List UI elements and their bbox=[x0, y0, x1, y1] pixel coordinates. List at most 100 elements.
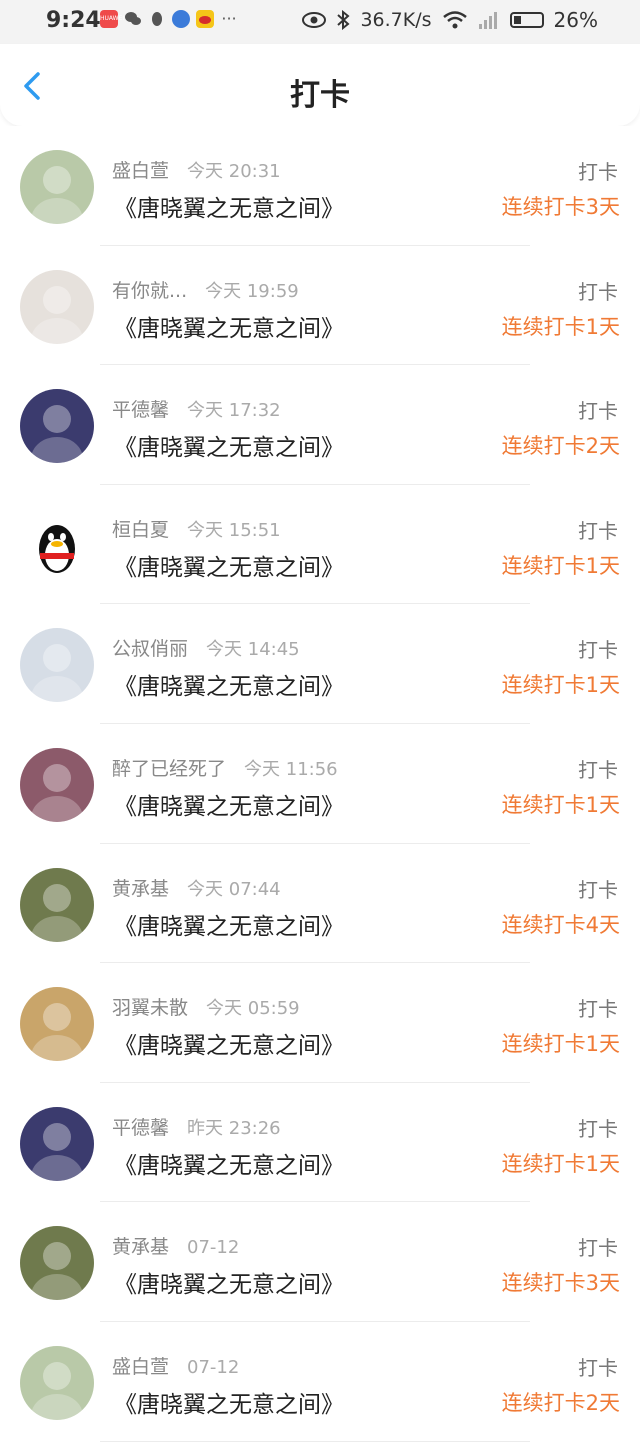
streak-label: 连续打卡3天 bbox=[501, 1271, 620, 1296]
checkin-time: 今天 20:31 bbox=[187, 161, 281, 182]
page-title: 打卡 bbox=[290, 78, 350, 113]
checkin-tag: 打卡 bbox=[578, 638, 618, 663]
list-item[interactable]: 黄承基 今天 07:44 《唐晓翼之无意之间》 打卡连续打卡4天 bbox=[0, 844, 640, 964]
user-name: 桓白夏 今天 15:51 bbox=[112, 515, 281, 542]
checkin-tag: 打卡 bbox=[578, 1236, 618, 1261]
avatar[interactable] bbox=[20, 508, 94, 583]
checkin-tag: 打卡 bbox=[578, 1355, 618, 1380]
checkin-tag: 打卡 bbox=[578, 1116, 618, 1141]
avatar[interactable] bbox=[20, 389, 94, 464]
list-item[interactable]: 盛白萱 今天 20:31 《唐晓翼之无意之间》 打卡连续打卡3天 bbox=[0, 126, 640, 246]
streak-label: 连续打卡4天 bbox=[501, 912, 620, 937]
list-item[interactable]: 平德馨 昨天 23:26 《唐晓翼之无意之间》 打卡连续打卡1天 bbox=[0, 1083, 640, 1203]
checkin-tag: 打卡 bbox=[578, 399, 618, 424]
checkin-time: 07-12 bbox=[187, 1237, 240, 1259]
checkin-list: 盛白萱 今天 20:31 《唐晓翼之无意之间》 打卡 连续打卡3天 有你就... 今天 19… bbox=[0, 126, 640, 1442]
book-title: 《唐晓翼之无意之间》 bbox=[114, 674, 344, 701]
battery-percent: 26% bbox=[553, 8, 598, 32]
book-title: 《唐晓翼之无意之间》 bbox=[114, 1152, 344, 1179]
more-notifications-icon: ··· bbox=[221, 9, 237, 28]
user-name: 平德馨 今天 17:32 bbox=[112, 395, 281, 422]
streak-label: 连续打卡1天 bbox=[501, 673, 620, 698]
checkin-tag: 打卡 bbox=[578, 757, 618, 782]
checkin-time: 今天 14:45 bbox=[206, 639, 300, 661]
avatar[interactable] bbox=[20, 867, 94, 942]
user-name-text: 醉了已经死了 bbox=[112, 757, 227, 780]
checkin-time: 07-12 bbox=[187, 1356, 240, 1378]
user-name-text: 羽翼未散 bbox=[112, 997, 189, 1020]
avatar[interactable] bbox=[20, 1345, 94, 1420]
checkin-tag: 打卡 bbox=[578, 518, 618, 543]
avatar[interactable] bbox=[20, 1226, 94, 1301]
avatar[interactable] bbox=[20, 1106, 94, 1181]
book-title: 《唐晓翼之无意之间》 bbox=[114, 1391, 344, 1418]
streak-label: 连续打卡2天 bbox=[501, 1390, 620, 1415]
user-name-text: 平德馨 bbox=[112, 399, 170, 422]
status-right: 36.7K/s 26% bbox=[302, 8, 598, 32]
wechat-icon bbox=[124, 10, 142, 28]
checkin-tag: 打卡 bbox=[578, 279, 618, 304]
checkin-time: 今天 11:56 bbox=[244, 758, 338, 780]
user-name: 黄承基 07-12 bbox=[112, 1232, 239, 1259]
book-title: 《唐晓翼之无意之间》 bbox=[114, 793, 344, 820]
list-item[interactable]: 黄承基 07-12 《唐晓翼之无意之间》 打卡连续打卡3天 bbox=[0, 1202, 640, 1322]
book-title: 《唐晓翼之无意之间》 bbox=[114, 315, 344, 342]
avatar[interactable] bbox=[20, 747, 94, 822]
user-name: 有你就... 今天 19:59 bbox=[112, 276, 299, 303]
list-item[interactable]: 有你就... 今天 19:59 《唐晓翼之无意之间》 打卡连续打卡1天 bbox=[0, 246, 640, 366]
book-title: 《唐晓翼之无意之间》 bbox=[114, 196, 344, 222]
user-name: 平德馨 昨天 23:26 bbox=[112, 1113, 281, 1140]
user-name: 醉了已经死了 今天 11:56 bbox=[112, 754, 338, 781]
book-title: 《唐晓翼之无意之间》 bbox=[114, 554, 344, 581]
user-name-text: 公叔俏丽 bbox=[112, 638, 189, 661]
book-title: 《唐晓翼之无意之间》 bbox=[114, 1033, 344, 1060]
avatar[interactable] bbox=[20, 269, 94, 344]
book-title: 《唐晓翼之无意之间》 bbox=[114, 1272, 344, 1299]
user-name: 公叔俏丽 今天 14:45 bbox=[112, 634, 300, 661]
qq-icon bbox=[148, 10, 166, 28]
user-name-text: 平德馨 bbox=[112, 1116, 170, 1139]
status-bar: 9:24 HUAWEI ··· 36.7K/s 26% bbox=[0, 0, 640, 44]
clock: 9:24 bbox=[46, 8, 101, 33]
divider bbox=[100, 1440, 530, 1442]
user-name: 羽翼未散 今天 05:59 bbox=[112, 993, 300, 1020]
streak-label: 连续打卡1天 bbox=[501, 1151, 620, 1176]
avatar[interactable] bbox=[20, 987, 94, 1062]
huawei-app-icon: HUAWEI bbox=[100, 10, 124, 28]
user-name: 盛白萱 07-12 bbox=[112, 1352, 239, 1379]
streak-label: 连续打卡1天 bbox=[501, 314, 620, 339]
user-name-text: 盛白萱 bbox=[112, 1355, 170, 1378]
streak-label: 连续打卡1天 bbox=[501, 553, 620, 578]
user-name-text: 桓白夏 bbox=[112, 518, 170, 541]
list-item[interactable]: 羽翼未散 今天 05:59 《唐晓翼之无意之间》 打卡连续打卡1天 bbox=[0, 963, 640, 1083]
user-name: 黄承基 今天 07:44 bbox=[112, 874, 281, 901]
network-speed: 36.7K/s bbox=[360, 9, 432, 31]
wifi-icon bbox=[442, 11, 467, 29]
notification-icons: HUAWEI ··· bbox=[100, 10, 238, 28]
checkin-tag: 打卡 bbox=[578, 877, 618, 902]
checkin-tag: 打卡 bbox=[578, 997, 618, 1022]
streak-label: 连续打卡2天 bbox=[501, 434, 620, 459]
user-name-text: 有你就... bbox=[112, 279, 188, 302]
user-name: 盛白萱 今天 20:31 bbox=[112, 156, 281, 183]
avatar[interactable] bbox=[20, 628, 94, 703]
streak-label: 连续打卡1天 bbox=[501, 1032, 620, 1057]
streak-label: 连续打卡1天 bbox=[501, 792, 620, 817]
book-title: 《唐晓翼之无意之间》 bbox=[114, 913, 344, 940]
weibo-icon bbox=[196, 10, 214, 28]
list-item[interactable]: 平德馨 今天 17:32 《唐晓翼之无意之间》 打卡 连续打卡2天 bbox=[0, 365, 640, 485]
user-name-text: 黄承基 bbox=[112, 1236, 170, 1259]
bluetooth-icon bbox=[337, 10, 351, 30]
checkin-time: 今天 05:59 bbox=[206, 998, 300, 1020]
list-item[interactable]: 醉了已经死了 今天 11:56 《唐晓翼之无意之间》 打卡连续打卡1天 bbox=[0, 724, 640, 844]
list-item[interactable]: 公叔俏丽 今天 14:45 《唐晓翼之无意之间》 打卡连续打卡1天 bbox=[0, 604, 640, 724]
checkin-time: 今天 15:51 bbox=[187, 519, 281, 541]
checkin-tag: 打卡 bbox=[578, 160, 618, 184]
list-item[interactable]: 盛白萱 07-12 《唐晓翼之无意之间》 打卡连续打卡2天 bbox=[0, 1322, 640, 1442]
avatar[interactable] bbox=[20, 150, 94, 224]
list-item[interactable]: 桓白夏 今天 15:51 《唐晓翼之无意之间》 打卡连续打卡1天 bbox=[0, 485, 640, 605]
checkin-time: 昨天 23:26 bbox=[187, 1117, 281, 1139]
streak-label: 连续打卡3天 bbox=[501, 195, 620, 219]
user-name-text: 黄承基 bbox=[112, 877, 170, 900]
battery-icon bbox=[509, 12, 544, 28]
